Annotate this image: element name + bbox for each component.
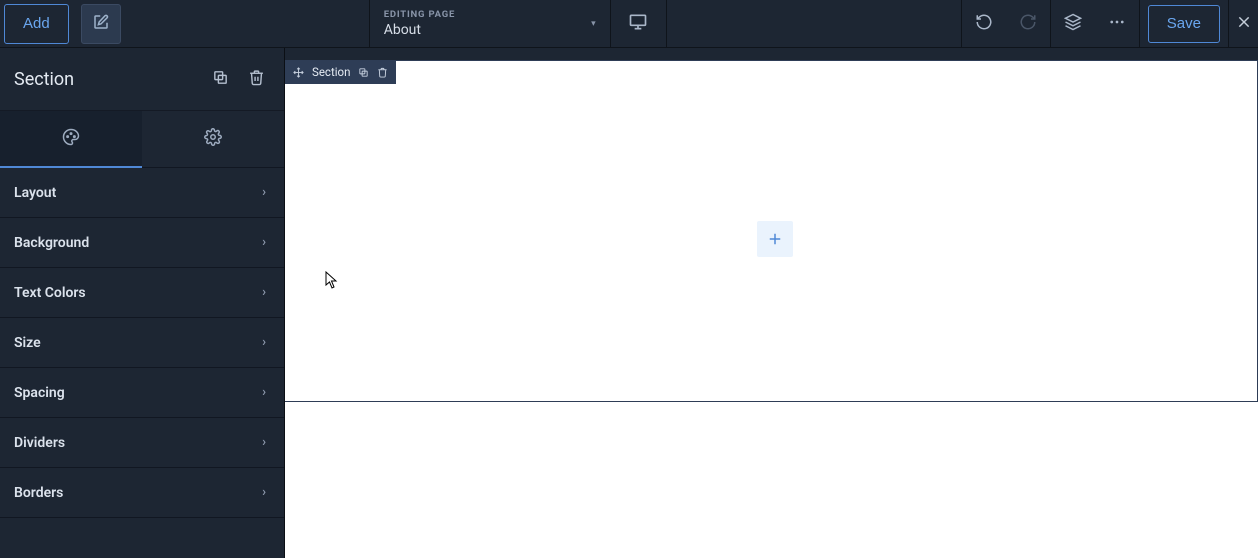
duplicate-section-button[interactable] bbox=[206, 65, 234, 93]
desktop-icon bbox=[628, 12, 648, 36]
tab-settings[interactable] bbox=[142, 111, 284, 168]
badge-duplicate-button[interactable] bbox=[358, 67, 369, 78]
plus-icon bbox=[766, 230, 784, 248]
layers-button[interactable] bbox=[1051, 0, 1095, 48]
add-button[interactable]: Add bbox=[4, 4, 69, 44]
more-horizontal-icon bbox=[1108, 13, 1126, 35]
options-list: Layout › Background › Text Colors › Size… bbox=[0, 168, 284, 518]
editing-page-label: EDITING PAGE bbox=[384, 9, 590, 20]
more-options-button[interactable] bbox=[1095, 0, 1139, 48]
sidebar-panel: Section bbox=[0, 48, 285, 558]
chevron-right-icon: › bbox=[262, 485, 266, 500]
edit-mode-button[interactable] bbox=[81, 4, 121, 44]
badge-delete-button[interactable] bbox=[377, 67, 388, 78]
panel-tabs bbox=[0, 110, 284, 168]
undo-button[interactable] bbox=[962, 0, 1006, 48]
option-spacing[interactable]: Spacing › bbox=[0, 368, 284, 418]
close-icon bbox=[1236, 14, 1252, 34]
gear-icon bbox=[204, 128, 222, 150]
add-block-button[interactable] bbox=[757, 221, 793, 257]
top-bar: Add EDITING PAGE About ▾ bbox=[0, 0, 1258, 48]
chevron-right-icon: › bbox=[262, 435, 266, 450]
layers-icon bbox=[1064, 13, 1082, 35]
edit-icon bbox=[92, 13, 110, 35]
panel-header-actions bbox=[206, 65, 270, 93]
tab-design[interactable] bbox=[0, 111, 142, 168]
section-badge-label: Section bbox=[312, 65, 350, 79]
close-button[interactable] bbox=[1228, 0, 1258, 48]
option-label: Dividers bbox=[14, 435, 65, 451]
undo-icon bbox=[975, 13, 993, 35]
option-borders[interactable]: Borders › bbox=[0, 468, 284, 518]
option-dividers[interactable]: Dividers › bbox=[0, 418, 284, 468]
delete-section-button[interactable] bbox=[242, 65, 270, 93]
option-label: Layout bbox=[14, 185, 56, 201]
section-badge: Section bbox=[285, 60, 396, 84]
panel-header: Section bbox=[0, 48, 284, 110]
option-label: Background bbox=[14, 235, 89, 251]
save-button[interactable]: Save bbox=[1148, 5, 1220, 43]
option-label: Spacing bbox=[14, 385, 65, 401]
option-label: Size bbox=[14, 335, 41, 351]
option-layout[interactable]: Layout › bbox=[0, 168, 284, 218]
option-label: Text Colors bbox=[14, 285, 86, 301]
save-group: Save bbox=[1139, 0, 1228, 48]
layers-group bbox=[1050, 0, 1139, 48]
current-page-name: About bbox=[384, 22, 590, 38]
copy-icon bbox=[212, 69, 229, 90]
caret-down-icon: ▾ bbox=[591, 19, 596, 29]
section-container[interactable]: Section bbox=[285, 60, 1258, 402]
redo-button[interactable] bbox=[1006, 0, 1050, 48]
chevron-right-icon: › bbox=[262, 185, 266, 200]
move-icon[interactable] bbox=[293, 67, 304, 78]
option-size[interactable]: Size › bbox=[0, 318, 284, 368]
history-group bbox=[961, 0, 1050, 48]
chevron-right-icon: › bbox=[262, 285, 266, 300]
device-preview-button[interactable] bbox=[611, 0, 667, 48]
panel-title: Section bbox=[14, 69, 74, 90]
chevron-right-icon: › bbox=[262, 385, 266, 400]
cursor-icon bbox=[325, 271, 339, 293]
chevron-right-icon: › bbox=[262, 335, 266, 350]
option-background[interactable]: Background › bbox=[0, 218, 284, 268]
topbar-left-group: Add bbox=[0, 4, 121, 44]
main-area: Section bbox=[0, 48, 1258, 558]
trash-icon bbox=[248, 69, 265, 90]
canvas[interactable]: Section bbox=[285, 48, 1258, 558]
chevron-right-icon: › bbox=[262, 235, 266, 250]
option-label: Borders bbox=[14, 485, 63, 501]
palette-icon bbox=[62, 128, 80, 150]
option-text-colors[interactable]: Text Colors › bbox=[0, 268, 284, 318]
page-selector[interactable]: EDITING PAGE About ▾ bbox=[369, 0, 611, 48]
redo-icon bbox=[1019, 13, 1037, 35]
